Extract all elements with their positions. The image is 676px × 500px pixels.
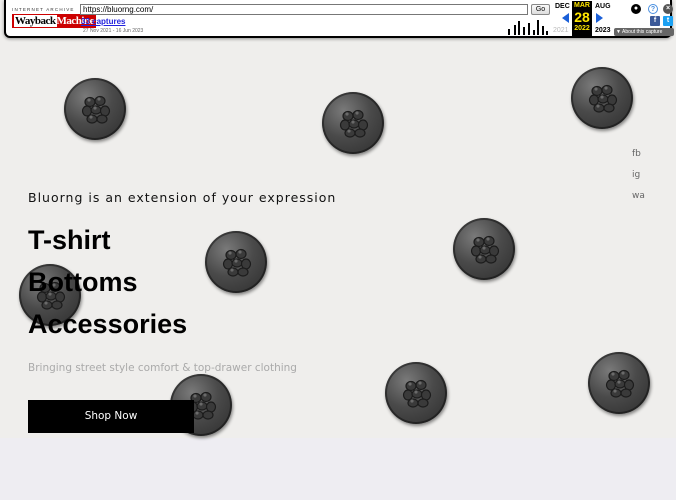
category-bottoms[interactable]: Bottoms [28,267,138,298]
wayback-prev-arrow-icon[interactable] [562,13,569,23]
twitter-share-icon[interactable]: t [663,16,673,26]
wayback-current-date: MAR 28 2022 [572,1,592,36]
wayback-current-day: 28 [574,9,590,25]
social-link-wa[interactable]: wa [632,191,645,201]
clothing-button-graphic [205,231,267,293]
category-accessories[interactable]: Accessories [28,309,187,340]
clothing-button-graphic [571,67,633,129]
button-emboss-icon [339,109,369,138]
shop-now-button[interactable]: Shop Now [28,400,194,433]
wayback-captures-link[interactable]: 33 captures [81,17,125,26]
page-footer-strip [0,438,676,500]
wayback-url-input[interactable]: https://bluorng.com/ [80,4,528,15]
wayback-about-capture[interactable]: ▼ About this capture [614,28,674,36]
clothing-button-graphic [588,352,650,414]
wayback-sparkline[interactable] [506,19,548,35]
wayback-prev-year[interactable]: 2021 [553,27,569,34]
wayback-logo-word-a: Wayback [14,15,57,27]
button-emboss-icon [470,235,500,264]
facebook-share-icon[interactable]: f [650,16,660,26]
clothing-button-graphic [64,78,126,140]
clothing-button-graphic [385,362,447,424]
wayback-next-year[interactable]: 2023 [595,27,611,34]
wayback-next-arrow-icon[interactable] [596,13,603,23]
social-link-fb[interactable]: fb [632,149,641,159]
wayback-next-month[interactable]: AUG [595,3,611,10]
wayback-logo-top: INTERNET ARCHIVE [12,7,75,12]
clothing-button-graphic [453,218,515,280]
social-link-ig[interactable]: ig [632,170,640,180]
close-icon[interactable]: × [663,4,673,14]
button-emboss-icon [222,248,252,277]
wayback-prev-month[interactable]: DEC [555,3,570,10]
button-emboss-icon [588,84,618,113]
help-icon[interactable]: ? [648,4,658,14]
user-icon[interactable]: ● [631,4,641,14]
wayback-toolbar: INTERNET ARCHIVE WaybackMachine https://… [4,0,674,38]
wayback-go-button[interactable]: Go [531,4,550,15]
button-emboss-icon [605,369,635,398]
clothing-button-graphic [322,92,384,154]
button-emboss-icon [402,379,432,408]
category-tshirt[interactable]: T-shirt [28,225,111,256]
wayback-date-range: 27 Nov 2021 - 16 Jun 2023 [83,28,144,34]
wayback-logo[interactable]: INTERNET ARCHIVE WaybackMachine [12,6,96,32]
wayback-current-year: 2022 [574,25,590,32]
hero-tagline: Bluorng is an extension of your expressi… [28,190,337,205]
hero-subtitle: Bringing street style comfort & top-draw… [28,362,297,374]
button-emboss-icon [81,95,111,124]
